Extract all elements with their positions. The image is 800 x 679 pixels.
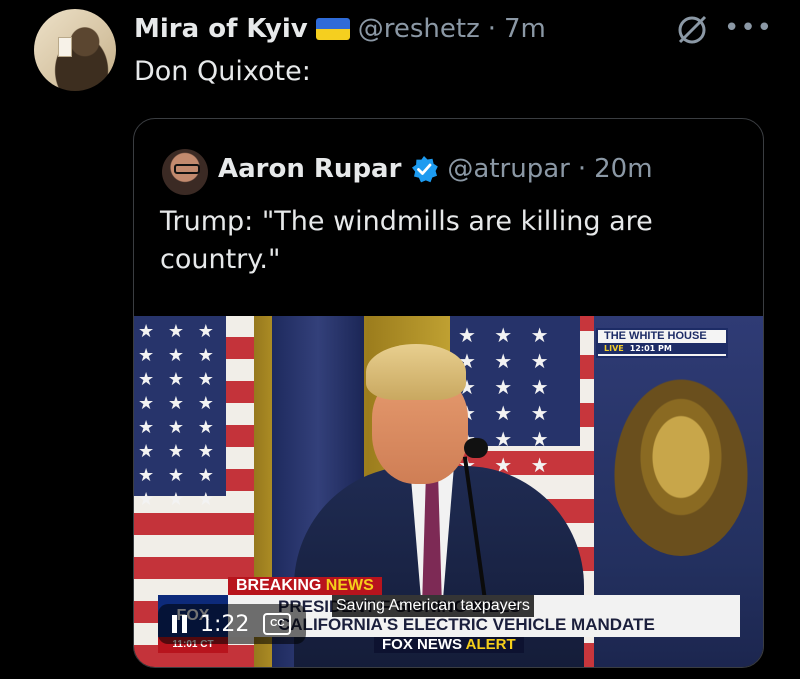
author-name[interactable]: Mira of Kyiv bbox=[134, 14, 308, 44]
closed-captions-icon[interactable]: CC bbox=[263, 613, 292, 635]
quoted-tweet-text: Trump: "The windmills are killing are co… bbox=[160, 206, 653, 275]
quoted-author-avatar[interactable] bbox=[162, 149, 208, 195]
fox-news-label: FOX NEWS bbox=[382, 636, 463, 653]
verified-badge-icon bbox=[412, 156, 439, 183]
white-house-live-logo: THE WHITE HOUSE LIVE 12:01 PM bbox=[596, 328, 728, 358]
video-controls: 1:22 CC bbox=[158, 604, 306, 644]
quoted-tweet-header: Aaron Rupar @atrupar · 20m bbox=[218, 149, 653, 189]
more-options-icon[interactable]: ••• bbox=[724, 15, 773, 41]
alert-label: ALERT bbox=[465, 636, 516, 653]
quoted-author-handle[interactable]: @atrupar bbox=[447, 154, 569, 184]
video-player[interactable]: ★ ★ ★ ★ ★ ★ ★ ★ ★ ★ ★ ★ ★ ★ ★ ★ ★ ★ ★ ★ … bbox=[134, 316, 763, 667]
quoted-author-name[interactable]: Aaron Rupar bbox=[218, 154, 401, 184]
tweet-time[interactable]: 7m bbox=[504, 14, 546, 44]
quoted-tweet[interactable]: Aaron Rupar @atrupar · 20m Trump: "The w… bbox=[133, 118, 764, 668]
tweet-text: Don Quixote: bbox=[134, 56, 311, 87]
separator: · bbox=[577, 154, 587, 184]
grok-icon[interactable] bbox=[672, 10, 712, 50]
breaking-news-banner: BREAKING NEWS bbox=[228, 577, 382, 595]
network-logo-top: THE WHITE HOUSE bbox=[604, 330, 707, 342]
ukraine-flag-icon bbox=[315, 18, 350, 40]
pause-icon[interactable] bbox=[172, 615, 188, 633]
quoted-tweet-time[interactable]: 20m bbox=[594, 154, 652, 184]
breaking-label: BREAKING bbox=[236, 577, 322, 594]
live-time: 12:01 PM bbox=[629, 344, 672, 353]
breaking-news-label: NEWS bbox=[325, 577, 374, 594]
microphone bbox=[464, 438, 488, 458]
author-handle[interactable]: @reshetz bbox=[358, 14, 480, 44]
avatar-detail bbox=[58, 37, 72, 57]
ticker-line-2: CALIFORNIA'S ELECTRIC VEHICLE MANDATE bbox=[278, 615, 655, 634]
separator: · bbox=[487, 14, 496, 44]
tweet-header: Mira of Kyiv @reshetz · 7m bbox=[134, 12, 546, 46]
fox-news-alert-bar: FOX NEWS ALERT bbox=[374, 637, 524, 653]
author-avatar[interactable] bbox=[34, 9, 116, 91]
video-caption: Saving American taxpayers bbox=[332, 595, 534, 617]
eagle-seal bbox=[612, 376, 750, 556]
live-label: LIVE bbox=[604, 344, 624, 353]
video-duration: 1:22 bbox=[200, 611, 250, 637]
